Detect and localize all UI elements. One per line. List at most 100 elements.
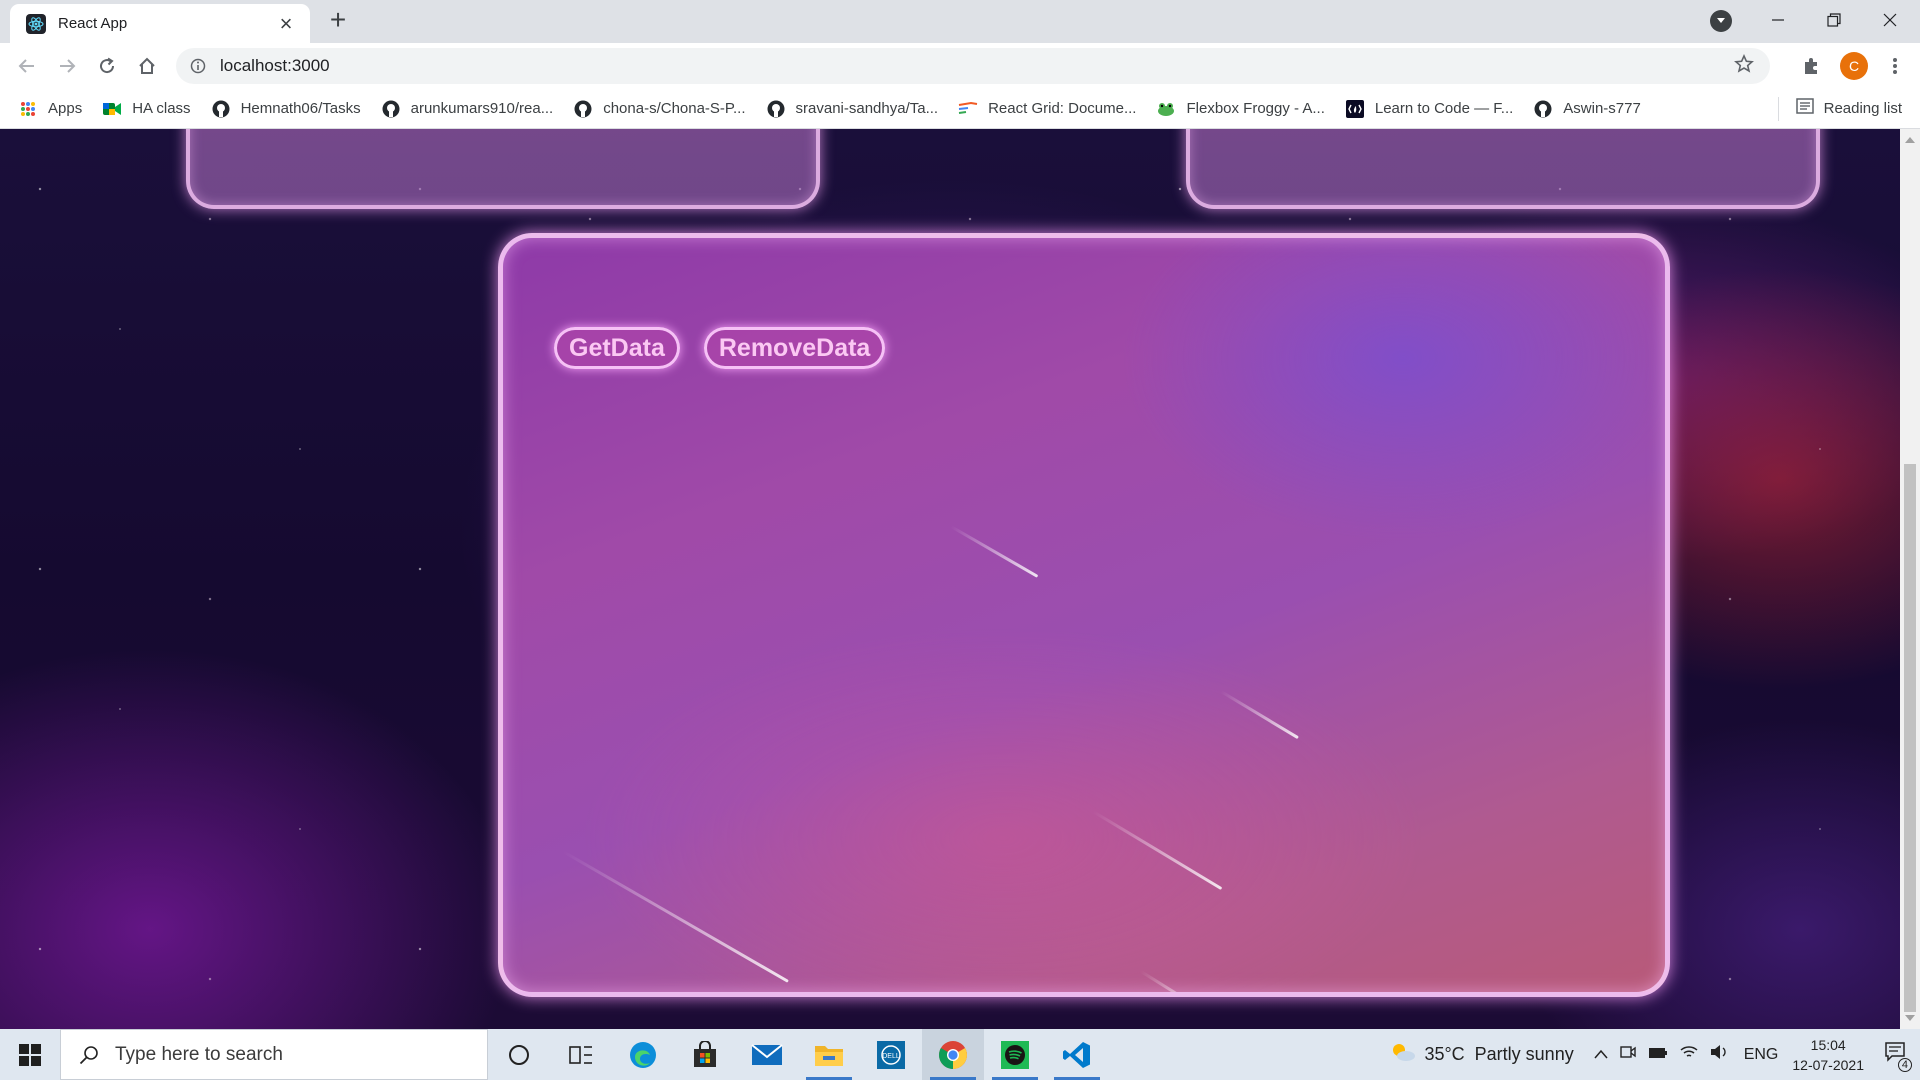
bookmark-ha-class[interactable]: HA class <box>102 99 191 119</box>
bookmark-sravani[interactable]: sravani-sandhya/Ta... <box>766 99 939 119</box>
bookmarks-divider <box>1778 97 1779 121</box>
data-card: GetData RemoveData <box>498 233 1670 997</box>
bookmark-hemnath-tasks[interactable]: Hemnath06/Tasks <box>211 99 361 119</box>
taskbar-search-box[interactable]: Type here to search <box>60 1029 488 1080</box>
button-row: GetData RemoveData <box>554 327 886 369</box>
browser-tab[interactable]: React App × <box>10 4 310 43</box>
file-explorer-icon[interactable] <box>798 1029 860 1080</box>
tab-close-icon[interactable]: × <box>274 12 298 35</box>
reading-list-button[interactable]: Reading list <box>1795 98 1902 118</box>
weather-temperature[interactable]: 35°C <box>1424 1044 1464 1065</box>
bookmark-label: sravani-sandhya/Ta... <box>795 100 939 117</box>
bookmark-label: Hemnath06/Tasks <box>240 100 361 117</box>
page-viewport: GetData RemoveData <box>0 129 1900 1029</box>
top-left-card <box>186 129 820 209</box>
chrome-menu-icon[interactable] <box>1880 51 1910 81</box>
extensions-puzzle-icon[interactable] <box>1796 51 1826 81</box>
windows-start-icon[interactable] <box>0 1029 60 1080</box>
google-meet-icon <box>102 99 122 119</box>
bookmark-label: Apps <box>48 100 83 117</box>
address-bar[interactable]: localhost:3000 <box>176 48 1770 84</box>
bookmark-star-icon[interactable] <box>1734 53 1754 79</box>
minimize-window-icon[interactable] <box>1750 0 1806 40</box>
home-icon[interactable] <box>132 51 162 81</box>
github-icon <box>573 99 593 119</box>
clock-time: 15:04 <box>1810 1036 1846 1053</box>
reading-list-label: Reading list <box>1823 99 1902 117</box>
bookmark-flexbox-froggy[interactable]: Flexbox Froggy - A... <box>1156 99 1325 119</box>
bookmark-label: Learn to Code — F... <box>1374 100 1514 117</box>
meteor-streak <box>1092 810 1223 891</box>
bookmark-arunkumars[interactable]: arunkumars910/rea... <box>381 99 554 119</box>
notification-center-icon[interactable]: 4 <box>1884 1041 1912 1072</box>
page-scrollbar[interactable] <box>1900 129 1920 1029</box>
meet-now-icon[interactable] <box>1620 1044 1636 1065</box>
edge-browser-icon[interactable] <box>612 1029 674 1080</box>
meteor-streak <box>1140 970 1210 992</box>
freecodecamp-icon <box>1345 99 1365 119</box>
github-icon <box>211 99 231 119</box>
language-indicator[interactable]: ENG <box>1744 1046 1779 1064</box>
bookmark-label: HA class <box>132 100 191 117</box>
back-arrow-icon[interactable] <box>12 51 42 81</box>
reload-icon[interactable] <box>92 51 122 81</box>
clock-date: 12-07-2021 <box>1792 1056 1864 1073</box>
url-text[interactable]: localhost:3000 <box>220 56 330 76</box>
site-info-icon[interactable] <box>190 58 206 74</box>
battery-icon[interactable] <box>1648 1046 1668 1064</box>
scroll-thumb[interactable] <box>1904 464 1916 1012</box>
scroll-down-arrow-icon[interactable] <box>1905 1015 1915 1021</box>
windows-taskbar: Type here to search DELL 35°C Partly sun… <box>0 1029 1920 1080</box>
bookmark-label: Aswin-s777 <box>1563 100 1641 117</box>
github-icon <box>1533 99 1553 119</box>
system-tray: 35°C Partly sunny ENG 15:04 12-07-2021 4 <box>1390 1029 1920 1080</box>
get-data-button[interactable]: GetData <box>554 327 680 369</box>
chrome-icon[interactable] <box>922 1029 984 1080</box>
bookmark-freecodecamp[interactable]: Learn to Code — F... <box>1345 99 1513 119</box>
bookmark-label: chona-s/Chona-S-P... <box>603 100 746 117</box>
tab-title: React App <box>58 15 128 32</box>
tab-search-icon[interactable] <box>1710 10 1732 32</box>
weather-sun-cloud-icon[interactable] <box>1390 1041 1416 1068</box>
taskbar-clock[interactable]: 15:04 12-07-2021 <box>1792 1035 1864 1075</box>
bookmark-label: arunkumars910/rea... <box>410 100 554 117</box>
bookmarks-bar: Apps HA class Hemnath06/Tasks arunkumars… <box>0 89 1920 129</box>
weather-description[interactable]: Partly sunny <box>1475 1044 1574 1065</box>
cortana-icon[interactable] <box>488 1029 550 1080</box>
browser-toolbar: localhost:3000 C <box>0 43 1920 89</box>
frog-icon <box>1156 99 1176 119</box>
dell-app-icon[interactable]: DELL <box>860 1029 922 1080</box>
bookmark-chona[interactable]: chona-s/Chona-S-P... <box>573 99 746 119</box>
apps-grid-icon <box>18 99 38 119</box>
close-window-icon[interactable] <box>1862 0 1918 40</box>
spotify-icon[interactable] <box>984 1029 1046 1080</box>
reading-list-icon <box>1795 98 1814 118</box>
browser-tab-strip: React App × + <box>0 0 1920 43</box>
forward-arrow-icon[interactable] <box>52 51 82 81</box>
search-placeholder: Type here to search <box>115 1043 283 1065</box>
bookmark-apps[interactable]: Apps <box>18 99 82 119</box>
task-view-icon[interactable] <box>550 1029 612 1080</box>
scroll-up-arrow-icon[interactable] <box>1905 137 1915 143</box>
profile-avatar[interactable]: C <box>1840 52 1868 80</box>
github-icon <box>381 99 401 119</box>
remove-data-button[interactable]: RemoveData <box>703 327 886 369</box>
show-hidden-icons-chevron-icon[interactable] <box>1594 1046 1608 1064</box>
microsoft-store-icon[interactable] <box>674 1029 736 1080</box>
search-icon <box>79 1045 98 1064</box>
react-grid-icon <box>958 99 978 119</box>
new-tab-button[interactable]: + <box>324 6 352 34</box>
bookmark-react-grid[interactable]: React Grid: Docume... <box>958 99 1136 119</box>
meteor-streak <box>562 850 789 983</box>
vscode-icon[interactable] <box>1046 1029 1108 1080</box>
volume-icon[interactable] <box>1710 1044 1728 1065</box>
wifi-icon[interactable] <box>1680 1045 1698 1064</box>
bookmark-aswin[interactable]: Aswin-s777 <box>1533 99 1641 119</box>
notification-count-badge: 4 <box>1897 1058 1912 1072</box>
svg-text:DELL: DELL <box>882 1053 900 1060</box>
top-right-card <box>1186 129 1820 209</box>
react-favicon-icon <box>26 13 46 34</box>
restore-window-icon[interactable] <box>1806 0 1862 40</box>
mail-icon[interactable] <box>736 1029 798 1080</box>
meteor-streak <box>1220 690 1299 740</box>
